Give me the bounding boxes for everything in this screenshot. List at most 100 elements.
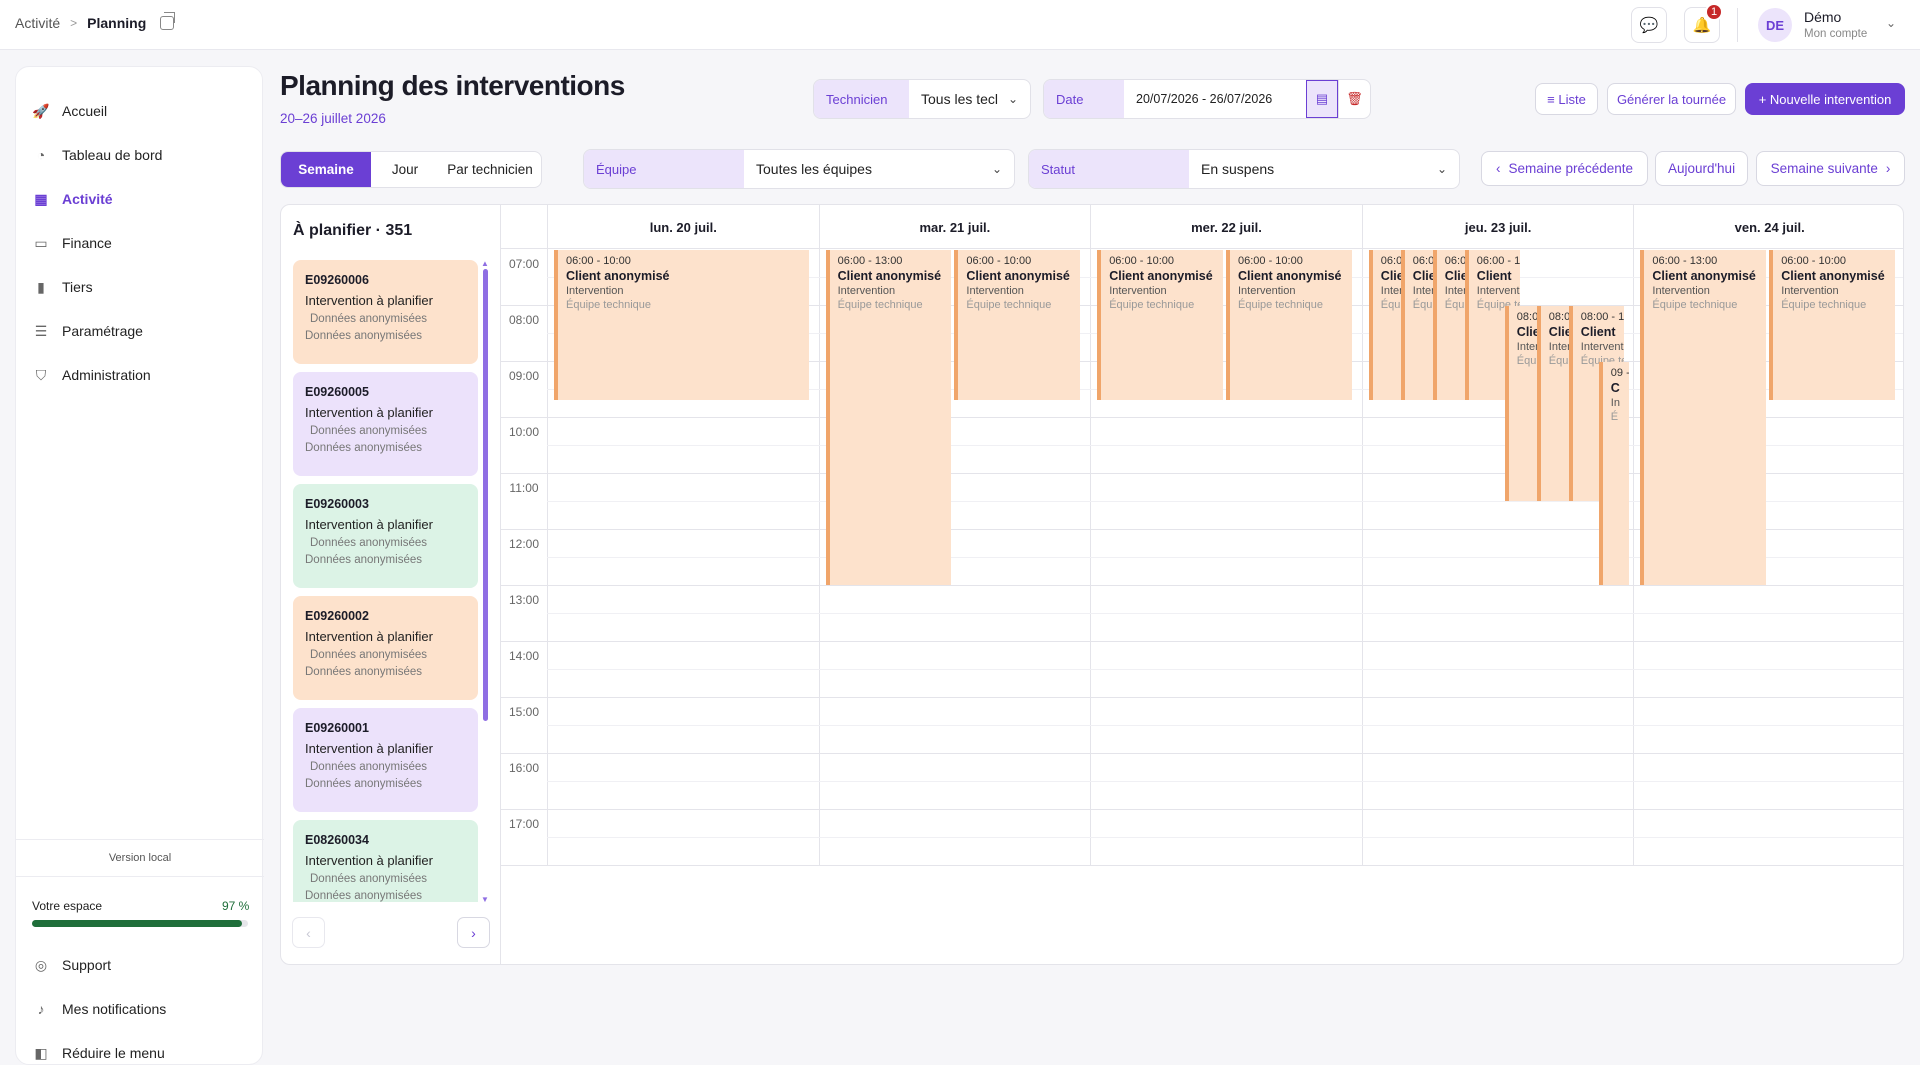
storage-progress-bar [32,920,248,927]
event-client: Client [1548,325,1569,339]
intervention-client: Données anonymisées [310,649,427,661]
calendar-event[interactable]: 06:00 - 13:00 Client anonymisé Interventio… [825,250,952,585]
calendar-event[interactable]: 06:00 - 10:00 Client anonymisé Interventio… [1097,250,1223,400]
scrollbar-thumb[interactable] [483,269,488,721]
generate-route-button[interactable]: Générer la tournée [1607,83,1736,115]
calendar-event[interactable]: 09 - 13 C In É [1598,362,1629,585]
avatar[interactable]: DE [1758,8,1792,42]
date-filter[interactable]: Date 20/07/2026 - 26/07/2026 ▤ 🗑 [1043,79,1371,119]
calendar-event[interactable]: 06:00 - 10:00 Client anonymisé Interventio… [954,250,1081,400]
next-week-button[interactable]: Semaine suivante › [1756,151,1905,186]
event-client: Client anonymisé [1781,269,1885,283]
calendar-event[interactable]: 06:00 - 10:00 Client anonymisé Interventio… [554,250,809,400]
scroll-down-icon[interactable]: ▼ [481,895,489,904]
new-intervention-button[interactable]: + Nouvelle intervention [1745,83,1905,115]
calendar-event[interactable]: 06:00 - 13:00 Client anonymisé Interventio… [1640,250,1767,585]
calendar-event[interactable]: 08:00 - 12:00 Client Intervention Équipe te… [1536,306,1569,501]
today-button[interactable]: Aujourd'hui [1655,151,1748,186]
intervention-client: Données anonymisées [310,425,427,437]
event-team: Équipe technique [1412,299,1433,311]
grid-line [547,669,1903,670]
chat-button[interactable]: 💬 [1631,7,1667,43]
event-client: Client [1580,325,1616,339]
tab-par-technicien[interactable]: Par technicien [439,152,541,187]
to-plan-card[interactable]: E09260002 Intervention à planifier Données… [293,596,478,700]
day-header[interactable]: mar. 21 juil. [818,205,1091,249]
sidebar-item-notifications[interactable]: ♪ Mes notifications [32,991,247,1027]
previous-page-button[interactable]: ‹ [292,917,325,948]
list-view-button[interactable]: ≡ Liste [1535,83,1598,115]
sidebar-item-support[interactable]: ◎ Support [32,947,247,983]
sidebar-item-finance[interactable]: ▭ Finance [32,225,247,261]
date-range-input[interactable]: 20/07/2026 - 26/07/2026 [1124,80,1306,118]
sliders-icon: ☰ [34,322,48,339]
previous-week-button[interactable]: ‹ Semaine précédente [1481,151,1648,186]
copy-icon[interactable] [160,12,176,30]
sidebar-item-label: Finance [62,235,112,251]
event-type: Intervention [1238,285,1296,297]
to-plan-card[interactable]: E09260006 Intervention à planifier Données… [293,260,478,364]
collapse-menu-button[interactable]: ◧ Réduire le menu [32,1035,247,1065]
to-plan-card[interactable]: E09260001 Intervention à planifier Données… [293,708,478,812]
chevron-down-icon: ⌄ [991,162,1002,176]
grid-line [501,865,1903,866]
to-plan-card[interactable]: E09260005 Intervention à planifier Données… [293,372,478,476]
technicien-filter[interactable]: Technicien Tous les tecl ⌄ [813,79,1031,119]
select-value: En suspens [1201,161,1275,177]
version-label: Version local [108,852,172,864]
statut-select[interactable]: En suspens ⌄ [1189,150,1459,188]
hour-label: 14:00 [508,649,540,663]
tab-semaine[interactable]: Semaine [281,152,371,187]
calendar-event[interactable]: 06:00 - 10:00 Client anonymisé Interventio… [1226,250,1352,400]
notifications-button[interactable]: 🔔 1 [1684,3,1723,43]
day-header[interactable]: ven. 24 juil. [1633,205,1903,249]
tab-jour[interactable]: Jour [371,152,439,187]
to-plan-card[interactable]: E08260034 Intervention à planifier Données… [293,820,478,902]
rocket-icon: 🚀 [32,102,50,119]
hour-label: 10:00 [508,425,540,439]
chevron-down-icon[interactable]: ⌄ [1886,16,1896,30]
equipe-select[interactable]: Toutes les équipes ⌄ [744,150,1014,188]
event-client: Client [1516,325,1537,339]
calendar-event[interactable]: 06:00 - 10:00 Client anonymisé Interventio… [1769,250,1895,400]
intervention-id: E08260034 [305,833,369,847]
sidebar-item-tiers[interactable]: ▮ Tiers [32,269,247,305]
intervention-client: Données anonymisées [310,313,427,325]
event-client: Client anonymisé [1652,269,1756,283]
sidebar-item-tableau-de-bord[interactable]: ◔ Tableau de bord [32,137,247,173]
intervention-id: E09260003 [305,497,369,511]
calendar-header: lun. 20 juil. mar. 21 juil. mer. 22 juil. j… [501,205,1903,249]
day-header[interactable]: mer. 22 juil. [1090,205,1362,249]
breadcrumb-parent[interactable]: Activité [15,15,60,31]
statut-filter[interactable]: Statut En suspens ⌄ [1028,149,1460,189]
sidebar-item-activite[interactable]: ▦ Activité [32,181,247,217]
sidebar-item-label: Réduire le menu [62,1045,165,1061]
intervention-id: E09260005 [305,385,369,399]
technicien-select[interactable]: Tous les tecl ⌄ [909,80,1030,118]
sidebar-item-accueil[interactable]: 🚀 Accueil [32,93,247,129]
user-name[interactable]: Démo [1804,9,1841,25]
view-switcher: Semaine Jour Par technicien [280,151,542,188]
calendar-event[interactable]: 06:00 - 10:00 Client Intervention Équipe te… [1432,250,1465,400]
trash-icon[interactable]: 🗑 [1338,80,1370,118]
calendar-event[interactable]: 06:00 - 10:00 Client Intervention Équipe te… [1400,250,1433,400]
day-header[interactable]: lun. 20 juil. [547,205,819,249]
intervention-type: Intervention à planifier [305,517,433,532]
day-header[interactable]: jeu. 23 juil. [1361,205,1634,249]
to-plan-card[interactable]: E09260003 Intervention à planifier Données… [293,484,478,588]
sidebar-item-parametrage[interactable]: ☰ Paramétrage [32,313,247,349]
equipe-filter[interactable]: Équipe Toutes les équipes ⌄ [583,149,1015,189]
calendar-icon[interactable]: ▤ [1306,80,1338,118]
event-time: 06:00 - 10:00 [1412,255,1433,267]
calendar-event[interactable]: 08:00 - 12:00 Client Intervention Équipe te… [1504,306,1537,501]
event-time: 08:00 - 12:00 [1580,311,1624,323]
event-time: 06:00 - 10:00 [1238,255,1303,267]
next-page-button[interactable]: › [457,917,490,948]
calendar-event[interactable]: 06:00 - 10:00 Client Intervention Équipe te… [1368,250,1401,400]
grid-line [547,613,1903,614]
sidebar-item-administration[interactable]: ⛉ Administration [32,357,247,393]
event-team: Équipe technique [1548,355,1569,367]
dashboard-icon: ◔ [36,147,46,163]
to-plan-column: À planifier · 351 E09260006 Intervention … [281,205,501,964]
scroll-up-icon[interactable]: ▲ [481,259,489,268]
